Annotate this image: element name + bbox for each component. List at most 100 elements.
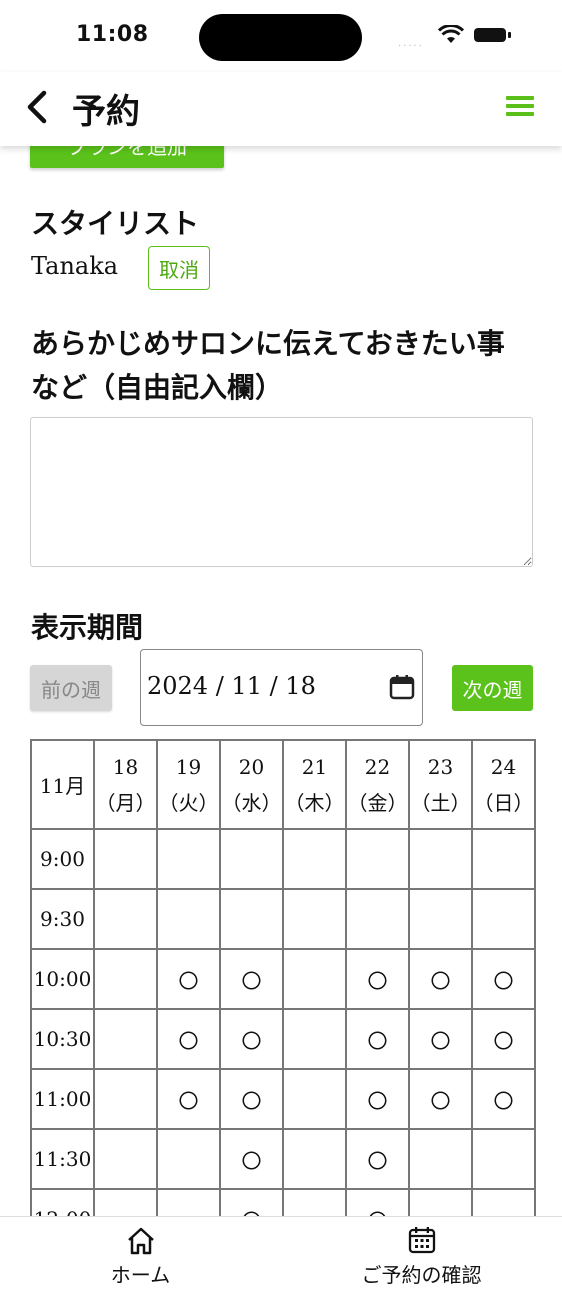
stylist-heading: スタイリスト: [31, 207, 200, 240]
available-slot[interactable]: 〇: [219, 1128, 284, 1190]
unavailable-slot: [282, 828, 347, 890]
available-slot[interactable]: 〇: [345, 1128, 410, 1190]
day-number: 23: [427, 754, 454, 779]
available-slot[interactable]: 〇: [345, 1188, 410, 1216]
signal-icon: .....: [398, 38, 424, 49]
day-header-sunday: 24 （日）: [471, 739, 536, 830]
bottom-tab-bar: ホーム ご予約の確認: [0, 1216, 562, 1292]
period-heading: 表示期間: [31, 611, 144, 644]
available-slot[interactable]: 〇: [345, 948, 410, 1010]
time-label: 10:00: [30, 948, 95, 1010]
unavailable-slot: [345, 828, 410, 890]
unavailable-slot: [93, 1188, 158, 1216]
available-slot[interactable]: 〇: [219, 948, 284, 1010]
unavailable-slot: [471, 888, 536, 950]
date-input[interactable]: 2024 / 11 / 18: [140, 649, 423, 726]
available-slot[interactable]: 〇: [471, 1008, 536, 1070]
unavailable-slot: [345, 888, 410, 950]
unavailable-slot: [408, 888, 473, 950]
day-of-week: （火）: [158, 790, 219, 815]
available-slot[interactable]: 〇: [408, 948, 473, 1010]
unavailable-slot: [93, 1128, 158, 1190]
back-arrow-icon[interactable]: [20, 87, 56, 127]
unavailable-slot: [282, 1188, 347, 1216]
tab-home[interactable]: ホーム: [0, 1217, 281, 1292]
available-slot[interactable]: 〇: [156, 948, 221, 1010]
calendar-icon: [408, 1227, 436, 1254]
available-slot[interactable]: 〇: [408, 1068, 473, 1130]
day-header: 20 （水）: [219, 739, 284, 830]
app-header: 予約: [0, 72, 562, 146]
note-textarea[interactable]: [30, 417, 533, 567]
unavailable-slot: [408, 1188, 473, 1216]
available-slot[interactable]: 〇: [156, 1008, 221, 1070]
note-heading: あらかじめサロンに伝えておきたい事など（自由記入欄）: [31, 327, 505, 404]
time-label: 12:00: [30, 1188, 95, 1216]
unavailable-slot: [471, 1188, 536, 1216]
schedule-row: 11:00 〇〇〇〇〇: [30, 1068, 536, 1130]
available-slot[interactable]: 〇: [345, 1068, 410, 1130]
unavailable-slot: [282, 948, 347, 1010]
unavailable-slot: [471, 1128, 536, 1190]
day-of-week: （木）: [284, 790, 345, 815]
unavailable-slot: [156, 888, 221, 950]
dynamic-island: [199, 14, 362, 61]
available-slot[interactable]: 〇: [471, 948, 536, 1010]
available-slot[interactable]: 〇: [408, 1008, 473, 1070]
prev-week-button[interactable]: 前の週: [30, 665, 112, 711]
next-week-button[interactable]: 次の週: [452, 665, 533, 711]
available-slot[interactable]: 〇: [219, 1008, 284, 1070]
calendar-icon[interactable]: [389, 674, 415, 700]
day-of-week: （日）: [473, 790, 534, 815]
unavailable-slot: [282, 888, 347, 950]
available-slot[interactable]: 〇: [219, 1068, 284, 1130]
unavailable-slot: [408, 1128, 473, 1190]
schedule-row: 9:00: [30, 828, 536, 890]
home-icon: [128, 1227, 154, 1255]
clock: 11:08: [76, 22, 149, 47]
day-header: 18 （月）: [93, 739, 158, 830]
unavailable-slot: [471, 828, 536, 890]
unavailable-slot: [156, 1188, 221, 1216]
month-label: 11月: [30, 739, 95, 830]
schedule-row: 12:00 〇 〇: [30, 1188, 536, 1216]
time-label: 11:30: [30, 1128, 95, 1190]
time-label: 11:00: [30, 1068, 95, 1130]
cancel-stylist-button[interactable]: 取消: [148, 246, 210, 290]
day-number: 24: [490, 754, 517, 779]
day-of-week: （金）: [347, 790, 408, 815]
unavailable-slot: [156, 1128, 221, 1190]
day-header: 21 （木）: [282, 739, 347, 830]
unavailable-slot: [156, 828, 221, 890]
day-number: 18: [112, 754, 139, 779]
unavailable-slot: [219, 888, 284, 950]
unavailable-slot: [282, 1008, 347, 1070]
available-slot[interactable]: 〇: [471, 1068, 536, 1130]
unavailable-slot: [93, 1008, 158, 1070]
schedule-header-row: 11月 18 （月） 19 （火） 20 （水） 21 （木） 22 （金） 23 （土） …: [30, 739, 536, 830]
schedule-row: 10:00 〇〇〇〇〇: [30, 948, 536, 1010]
wifi-icon: [438, 25, 464, 43]
available-slot[interactable]: 〇: [219, 1188, 284, 1216]
unavailable-slot: [93, 1068, 158, 1130]
unavailable-slot: [408, 828, 473, 890]
time-label: 9:30: [30, 888, 95, 950]
unavailable-slot: [93, 948, 158, 1010]
day-number: 19: [175, 754, 202, 779]
available-slot[interactable]: 〇: [345, 1008, 410, 1070]
tab-home-label: ホーム: [110, 1263, 171, 1287]
time-label: 10:30: [30, 1008, 95, 1070]
day-number: 22: [364, 754, 391, 779]
add-plan-button[interactable]: プランを追加: [30, 146, 224, 168]
tab-reservation-confirm[interactable]: ご予約の確認: [281, 1217, 562, 1292]
day-number: 21: [301, 754, 328, 779]
unavailable-slot: [282, 1068, 347, 1130]
unavailable-slot: [282, 1128, 347, 1190]
hamburger-menu-icon[interactable]: [506, 96, 536, 120]
unavailable-slot: [219, 828, 284, 890]
day-header: 22 （金）: [345, 739, 410, 830]
time-label: 9:00: [30, 828, 95, 890]
schedule-table: 11月 18 （月） 19 （火） 20 （水） 21 （木） 22 （金） 23 （土） …: [30, 739, 536, 1216]
day-header-saturday: 23 （土）: [408, 739, 473, 830]
available-slot[interactable]: 〇: [156, 1068, 221, 1130]
